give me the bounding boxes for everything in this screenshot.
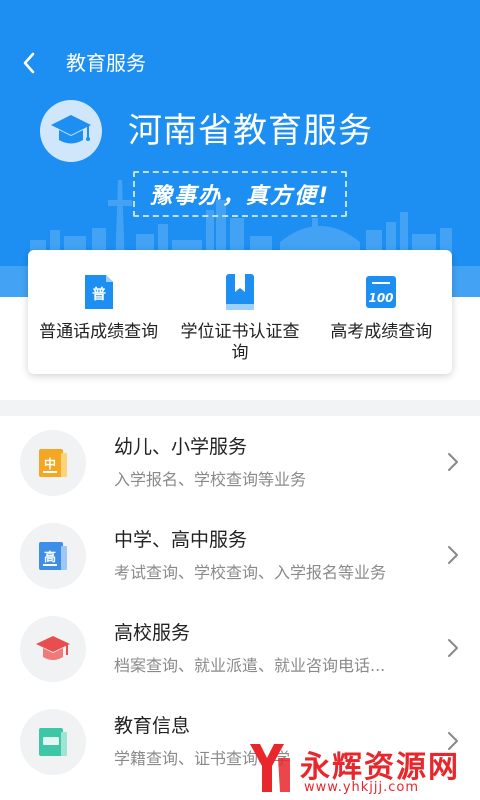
bookmark-book-icon <box>225 274 254 310</box>
putonghua-doc-icon: 普 <box>84 275 113 309</box>
section-divider <box>0 400 480 416</box>
hero-title: 河南省教育服务 <box>128 111 373 151</box>
quick-action-degree-cert[interactable]: 学位证书认证查询 <box>169 250 310 374</box>
row-icon-background: 高 <box>20 523 86 589</box>
chevron-left-icon <box>23 52 35 74</box>
quick-action-label: 学位证书认证查询 <box>180 322 300 363</box>
svg-text:中: 中 <box>44 456 56 471</box>
list-item-high-school[interactable]: 高 中学、高中服务 考试查询、学校查询、入学报名等业务 <box>0 509 480 602</box>
list-item-primary[interactable]: 中 幼儿、小学服务 入学报名、学校查询等业务 <box>0 416 480 509</box>
primary-school-icon: 中 <box>39 449 67 477</box>
quick-action-gaokao[interactable]: 100 高考成绩查询 <box>311 250 452 374</box>
row-title: 中学、高中服务 <box>114 529 248 551</box>
university-cap-icon <box>36 636 70 660</box>
chevron-right-icon <box>448 639 458 657</box>
row-icon-background: 中 <box>20 430 86 496</box>
page-title: 教育服务 <box>66 51 146 75</box>
row-title: 教育信息 <box>114 715 191 737</box>
row-icon-background <box>20 709 86 775</box>
chevron-right-icon <box>448 546 458 564</box>
row-subtitle: 考试查询、学校查询、入学报名等业务 <box>114 563 387 582</box>
high-school-icon: 高 <box>39 542 67 570</box>
svg-text:100: 100 <box>369 291 394 305</box>
service-list: 中 幼儿、小学服务 入学报名、学校查询等业务 高 中学、高中服务 考试查询、学校… <box>0 416 480 788</box>
list-item-university[interactable]: 高校服务 档案查询、就业派遣、就业咨询电话... <box>0 602 480 695</box>
quick-action-putonghua[interactable]: 普 普通话成绩查询 <box>28 250 169 374</box>
row-subtitle: 档案查询、就业派遣、就业咨询电话... <box>114 656 386 675</box>
education-book-icon <box>39 728 67 756</box>
quick-action-label: 高考成绩查询 <box>330 322 433 342</box>
education-logo <box>40 100 102 162</box>
quick-actions-card: 普 普通话成绩查询 学位证书认证查询 100 高考成绩查询 <box>28 250 452 374</box>
back-button[interactable] <box>14 48 44 78</box>
svg-text:普: 普 <box>92 286 106 303</box>
hero-slogan: 豫事办，真方便! <box>133 171 347 217</box>
row-title: 幼儿、小学服务 <box>114 436 248 458</box>
watermark-url: www.yhkjjj.com <box>304 780 420 795</box>
quick-action-label: 普通话成绩查询 <box>39 322 159 342</box>
row-icon-background <box>20 616 86 682</box>
chevron-right-icon <box>448 453 458 471</box>
watermark-logo-icon <box>250 744 290 792</box>
svg-text:高: 高 <box>44 549 56 564</box>
row-title: 高校服务 <box>114 622 191 644</box>
row-subtitle: 入学报名、学校查询等业务 <box>114 470 307 489</box>
score-100-icon: 100 <box>366 276 397 308</box>
navigation-bar: 教育服务 <box>0 40 480 86</box>
watermark: 永辉资源网 www.yhkjjj.com <box>244 738 480 800</box>
graduation-cap-icon <box>51 115 91 144</box>
